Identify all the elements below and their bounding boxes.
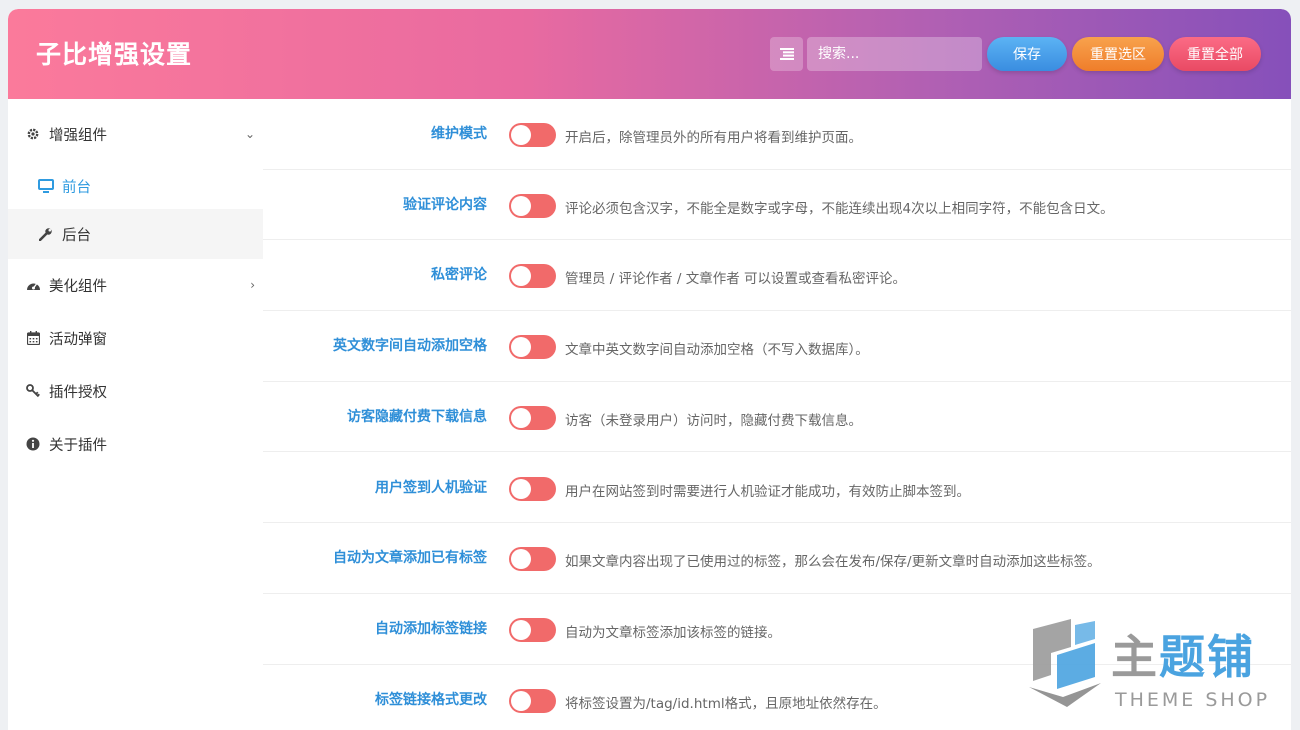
toggle-knob (511, 619, 531, 640)
setting-description: 评论必须包含汉字，不能全是数字或字母，不能连续出现4次以上相同字符，不能包含日文… (565, 200, 1114, 217)
settings-content: 维护模式 开启后，除管理员外的所有用户将看到维护页面。 验证评论内容 评论必须包… (263, 99, 1291, 730)
toggle-knob (511, 337, 531, 358)
checkin-captcha-toggle[interactable] (509, 476, 556, 501)
toggle-knob (511, 549, 531, 570)
hide-download-toggle[interactable] (509, 405, 556, 430)
sidebar-item-label: 后台 (62, 227, 91, 244)
setting-description: 开启后，除管理员外的所有用户将看到维护页面。 (565, 130, 862, 146)
auto-space-toggle[interactable] (509, 335, 556, 360)
menu-toggle-button[interactable] (770, 37, 803, 71)
setting-description: 用户在网站签到时需要进行人机验证才能成功，有效防止脚本签到。 (565, 483, 970, 500)
sidebar-item-label: 前台 (62, 179, 91, 196)
sidebar-item-about[interactable]: 关于插件 (8, 419, 263, 469)
setting-row-hide-download: 访客隐藏付费下载信息 访客（未登录用户）访问时，隐藏付费下载信息。 (263, 382, 1291, 453)
sidebar-item-label: 插件授权 (49, 384, 107, 401)
key-icon (25, 383, 41, 399)
setting-row-tag-link-format: 标签链接格式更改 将标签设置为/tag/id.html格式，且原地址依然存在。 (263, 665, 1291, 730)
setting-label: 英文数字间自动添加空格 (333, 338, 487, 355)
setting-description: 将标签设置为/tag/id.html格式，且原地址依然存在。 (565, 695, 887, 712)
setting-label: 访客隐藏付费下载信息 (347, 408, 487, 425)
setting-row-private-comment: 私密评论 管理员 / 评论作者 / 文章作者 可以设置或查看私密评论。 (263, 240, 1291, 312)
save-button[interactable]: 保存 (987, 37, 1067, 71)
sidebar-item-popup[interactable]: 活动弹窗 (8, 313, 263, 363)
toggle-knob (511, 266, 531, 287)
auto-tags-toggle[interactable] (509, 547, 556, 572)
calendar-icon (25, 330, 41, 346)
toggle-knob (511, 407, 531, 428)
setting-label: 标签链接格式更改 (375, 691, 487, 708)
search-input[interactable] (807, 37, 982, 71)
settings-panel: 子比增强设置 保存 重置选区 重置全部 增强组件 ⌄ 前台 (8, 9, 1291, 730)
setting-row-auto-space: 英文数字间自动添加空格 文章中英文数字间自动添加空格（不写入数据库）。 (263, 311, 1291, 382)
maintenance-toggle[interactable] (509, 123, 556, 147)
toggle-knob (511, 478, 531, 499)
tag-link-format-toggle[interactable] (509, 688, 556, 713)
setting-label: 私密评论 (431, 267, 487, 284)
sidebar-item-enhance[interactable]: 增强组件 ⌄ (8, 109, 263, 159)
setting-row-checkin-captcha: 用户签到人机验证 用户在网站签到时需要进行人机验证才能成功，有效防止脚本签到。 (263, 453, 1291, 524)
gear-icon (25, 126, 41, 142)
wrench-icon (38, 226, 54, 242)
list-icon (779, 48, 794, 60)
reset-section-button[interactable]: 重置选区 (1072, 37, 1164, 71)
chevron-down-icon: ⌄ (244, 127, 255, 141)
monitor-icon (38, 178, 54, 194)
sidebar-item-label: 美化组件 (49, 278, 107, 295)
sidebar-item-label: 增强组件 (49, 127, 107, 144)
chevron-right-icon: › (250, 278, 255, 292)
sidebar-item-backend[interactable]: 后台 (8, 209, 263, 259)
toggle-knob (511, 690, 531, 711)
setting-label: 自动添加标签链接 (375, 620, 487, 637)
setting-label: 验证评论内容 (403, 196, 487, 213)
reset-all-button[interactable]: 重置全部 (1169, 37, 1261, 71)
sidebar-item-license[interactable]: 插件授权 (8, 366, 263, 416)
sidebar-item-label: 活动弹窗 (49, 331, 107, 348)
sidebar: 增强组件 ⌄ 前台 后台 美化组件 › 活动弹窗 插件授权 关于插件 (8, 99, 263, 730)
setting-row-verify-comment: 验证评论内容 评论必须包含汉字，不能全是数字或字母，不能连续出现4次以上相同字符… (263, 170, 1291, 241)
sidebar-item-label: 关于插件 (49, 437, 107, 454)
page-title: 子比增强设置 (36, 40, 193, 69)
palette-icon (25, 277, 41, 293)
setting-description: 如果文章内容出现了已使用过的标签，那么会在发布/保存/更新文章时自动添加这些标签… (565, 554, 1101, 571)
setting-row-maintenance: 维护模式 开启后，除管理员外的所有用户将看到维护页面。 (263, 99, 1291, 170)
toggle-knob (511, 195, 531, 216)
setting-description: 访客（未登录用户）访问时，隐藏付费下载信息。 (565, 412, 862, 429)
sidebar-item-frontend[interactable]: 前台 (8, 161, 263, 211)
info-icon (25, 436, 41, 452)
verify-comment-toggle[interactable] (509, 193, 556, 218)
setting-label: 维护模式 (431, 126, 487, 142)
setting-description: 管理员 / 评论作者 / 文章作者 可以设置或查看私密评论。 (565, 271, 907, 288)
setting-label: 用户签到人机验证 (375, 479, 487, 496)
header-bar: 子比增强设置 保存 重置选区 重置全部 (8, 9, 1291, 99)
toggle-knob (511, 125, 531, 145)
setting-description: 自动为文章标签添加该标签的链接。 (565, 624, 781, 641)
tag-links-toggle[interactable] (509, 617, 556, 642)
setting-row-auto-tags: 自动为文章添加已有标签 如果文章内容出现了已使用过的标签，那么会在发布/保存/更… (263, 523, 1291, 594)
setting-label: 自动为文章添加已有标签 (333, 550, 487, 567)
private-comment-toggle[interactable] (509, 264, 556, 289)
setting-description: 文章中英文数字间自动添加空格（不写入数据库）。 (565, 342, 869, 359)
sidebar-item-beautify[interactable]: 美化组件 › (8, 260, 263, 310)
setting-row-tag-links: 自动添加标签链接 自动为文章标签添加该标签的链接。 (263, 594, 1291, 665)
